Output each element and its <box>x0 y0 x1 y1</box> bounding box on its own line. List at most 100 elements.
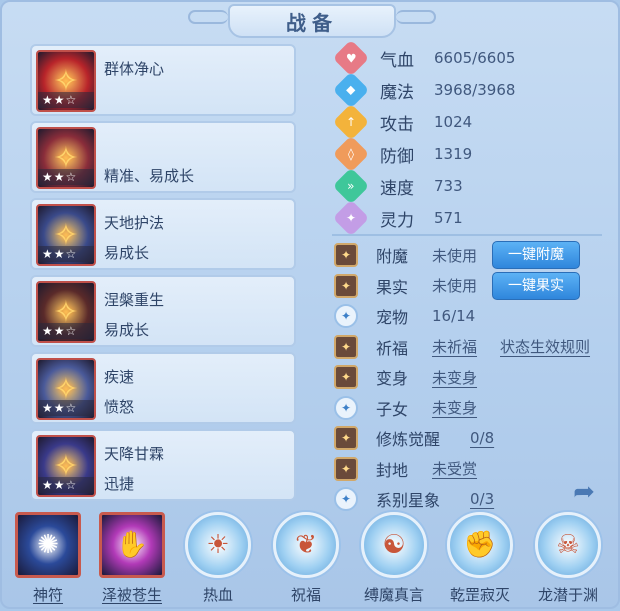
mana-icon: ◆ <box>332 71 370 109</box>
bottom-skill-label: 缚魔真言 <box>363 586 424 604</box>
bottom-skill-label: 祝福 <box>290 586 321 604</box>
skill-traits: 愤怒 <box>104 398 135 416</box>
skill-name: 疾速 <box>104 368 135 386</box>
skill-name: 天降甘霖 <box>104 445 165 463</box>
feature-label: 子女 <box>376 399 409 419</box>
stat-value: 1024 <box>434 113 473 131</box>
feature-row[interactable]: ✦ 祈福 未祈福 状态生效规则 <box>334 332 614 363</box>
skill-name: 涅槃重生 <box>104 291 165 309</box>
skill-stars: ★★☆ <box>38 323 94 339</box>
feature-value[interactable]: 未祈福 <box>432 336 477 357</box>
feature-row[interactable]: ✦ 附魔 未使用 一键附魔 <box>334 240 614 271</box>
share-icon[interactable]: ➦ <box>564 476 604 508</box>
skill-traits: 迅捷 <box>104 475 135 493</box>
feature-action-button[interactable]: 一键附魔 <box>492 241 580 270</box>
child-icon: ✦ <box>334 395 358 420</box>
panel-title: 战备 <box>228 4 396 38</box>
stat-value: 6605/6605 <box>434 49 516 67</box>
stat-row: ◆ 魔法 3968/3968 <box>332 71 602 109</box>
stat-label: 气血 <box>380 50 414 71</box>
heart-icon: ♥ <box>332 39 370 77</box>
skill-traits: 易成长 <box>104 244 150 262</box>
stat-value: 3968/3968 <box>434 81 516 99</box>
feature-value: 16/14 <box>432 307 476 326</box>
skill-slot[interactable]: ✧ ★★☆ 天地护法 易成长 <box>30 198 296 270</box>
attribute-stats: ♥ 气血 6605/6605 ◆ 魔法 3968/3968 ↑ 攻击 1024 … <box>332 39 602 237</box>
stat-label: 攻击 <box>380 114 414 135</box>
bottom-skill-label: 泽被苍生 <box>101 586 162 604</box>
bottom-skill[interactable]: ❦ 祝福 <box>268 512 344 605</box>
feature-action-button[interactable]: 一键果实 <box>492 271 580 300</box>
bottom-skill[interactable]: ☠ 龙潜于渊 <box>530 512 606 605</box>
feature-value[interactable]: 0/3 <box>470 490 494 508</box>
feature-label: 修炼觉醒 <box>376 430 441 450</box>
bottom-skill[interactable]: ☯ 缚魔真言 <box>356 512 432 605</box>
stat-label: 速度 <box>380 178 414 199</box>
feature-value[interactable]: 0/8 <box>470 429 494 447</box>
skill-traits: 精准、易成长 <box>104 167 195 185</box>
skill-name: 天地护法 <box>104 214 165 232</box>
feature-row[interactable]: ✦ 变身 未变身 <box>334 362 614 393</box>
feature-value: 未使用 <box>432 246 478 265</box>
stat-row: ↑ 攻击 1024 <box>332 103 602 141</box>
buff-features: ✦ 附魔 未使用 一键附魔 ✦ 果实 未使用 一键果实 ✦ 宠物 16/14 ✦ 祈… <box>334 240 614 515</box>
bottom-skill-label: 龙潜于渊 <box>537 586 598 604</box>
feature-value[interactable]: 未变身 <box>432 397 477 418</box>
stat-row: » 速度 733 <box>332 167 602 205</box>
feature-row[interactable]: ✦ 果实 未使用 一键果实 <box>334 271 614 302</box>
skill-stars: ★★☆ <box>38 400 94 416</box>
stat-label: 灵力 <box>380 210 414 231</box>
bless-icon[interactable]: ❦ <box>273 512 339 578</box>
fruit-icon: ✦ <box>334 273 358 298</box>
defense-icon: ◊ <box>332 135 370 173</box>
stat-row: ◊ 防御 1319 <box>332 135 602 173</box>
status-rule-link[interactable]: 状态生效规则 <box>500 336 590 357</box>
stat-value: 733 <box>434 177 463 195</box>
feature-row[interactable]: ✦ 子女 未变身 <box>334 393 614 424</box>
fief-icon: ✦ <box>334 456 358 481</box>
skill-stars: ★★☆ <box>38 92 94 108</box>
talisman-icon[interactable]: ✺ <box>15 512 81 578</box>
demon-icon[interactable]: ☯ <box>361 512 427 578</box>
feature-value[interactable]: 未变身 <box>432 367 477 388</box>
attack-icon: ↑ <box>332 103 370 141</box>
war-prep-panel: 战备 ✧ ★★☆ 群体净心 ✧ ★★☆ 精准、易成长 ✧ ★★☆ 天地护法 易成… <box>0 0 620 609</box>
blood-icon[interactable]: ☀ <box>185 512 251 578</box>
feature-row[interactable]: ✦ 修炼觉醒 0/8 <box>334 423 614 454</box>
feature-label: 果实 <box>376 277 409 297</box>
skill-list: ✧ ★★☆ 群体净心 ✧ ★★☆ 精准、易成长 ✧ ★★☆ 天地护法 易成长 ✧… <box>30 44 296 506</box>
transform-icon: ✦ <box>334 365 358 390</box>
skill-slot[interactable]: ✧ ★★☆ 群体净心 <box>30 44 296 116</box>
section-divider <box>332 234 602 236</box>
feature-value[interactable]: 未受赏 <box>432 458 477 479</box>
dragon-icon[interactable]: ☠ <box>535 512 601 578</box>
pray-icon: ✦ <box>334 334 358 359</box>
bottom-skill[interactable]: ☀ 热血 <box>180 512 256 605</box>
speed-icon: » <box>332 167 370 205</box>
bottom-skill[interactable]: ✊ 乾罡寂灭 <box>442 512 518 605</box>
feature-label: 变身 <box>376 369 409 389</box>
feature-row[interactable]: ✦ 宠物 16/14 <box>334 301 614 332</box>
skill-slot[interactable]: ✧ ★★☆ 涅槃重生 易成长 <box>30 275 296 347</box>
feature-value: 未使用 <box>432 277 478 296</box>
stat-row: ✦ 灵力 571 <box>332 199 602 237</box>
title-ornament-right <box>396 10 436 24</box>
feature-label: 宠物 <box>376 308 409 328</box>
feature-label: 附魔 <box>376 247 409 267</box>
palm-icon[interactable]: ✋ <box>99 512 165 578</box>
bottom-skill[interactable]: ✺ 神符 <box>10 512 86 605</box>
skill-name: 群体净心 <box>104 60 165 78</box>
skill-slot[interactable]: ✧ ★★☆ 精准、易成长 <box>30 121 296 193</box>
pet-icon: ✦ <box>334 304 358 329</box>
stat-value: 1319 <box>434 145 473 163</box>
bottom-skill-bar: ✺ 神符 ✋ 泽被苍生 ☀ 热血 ❦ 祝福 ☯ 缚魔真言 ✊ 乾罡寂灭 ☠ 龙潜… <box>2 508 620 611</box>
fist-icon[interactable]: ✊ <box>447 512 513 578</box>
feature-label: 祈福 <box>376 338 409 358</box>
skill-slot[interactable]: ✧ ★★☆ 天降甘霖 迅捷 <box>30 429 296 501</box>
awaken-icon: ✦ <box>334 426 358 451</box>
enchant-icon: ✦ <box>334 243 358 268</box>
bottom-skill-label: 热血 <box>202 586 233 604</box>
bottom-skill[interactable]: ✋ 泽被苍生 <box>94 512 170 605</box>
skill-slot[interactable]: ✧ ★★☆ 疾速 愤怒 <box>30 352 296 424</box>
skill-stars: ★★☆ <box>38 477 94 493</box>
